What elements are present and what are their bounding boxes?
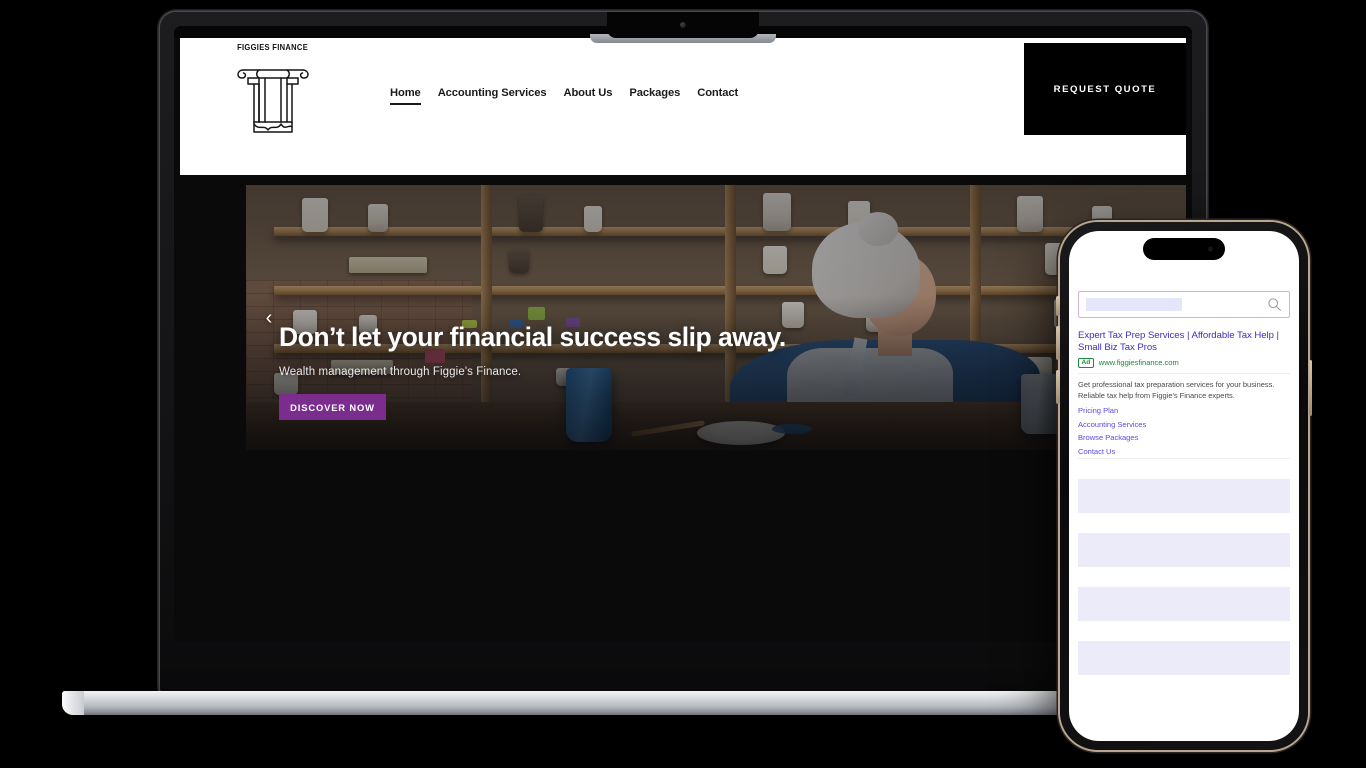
- search-input-value: [1086, 298, 1182, 311]
- sitelink-browse-packages[interactable]: Browse Packages: [1078, 433, 1290, 442]
- main-navigation: Home Accounting Services About Us Packag…: [390, 87, 738, 105]
- result-placeholder-block: [1078, 640, 1290, 675]
- ad-divider: [1078, 372, 1290, 374]
- hero-copy-block: Don’t let your financial success slip aw…: [279, 322, 786, 420]
- search-icon[interactable]: [1266, 297, 1282, 313]
- discover-now-button[interactable]: DISCOVER NOW: [279, 394, 386, 420]
- ad-url-row: Ad www.figgiesfinance.com: [1078, 357, 1290, 368]
- greek-column-icon: [237, 69, 309, 133]
- sitelink-accounting-services[interactable]: Accounting Services: [1078, 420, 1290, 429]
- nav-item-home[interactable]: Home: [390, 87, 421, 105]
- carousel-prev-arrow-icon[interactable]: ‹: [258, 301, 280, 335]
- ad-display-url[interactable]: www.figgiesfinance.com: [1099, 358, 1179, 367]
- front-camera-icon: [1208, 246, 1213, 252]
- result-placeholder-block: [1078, 478, 1290, 513]
- dynamic-island: [1143, 238, 1225, 260]
- ad-description: Get professional tax preparation service…: [1078, 379, 1275, 401]
- brand-logo[interactable]: FIGGIES FINANCE: [228, 43, 318, 138]
- search-results-page: Expert Tax Prep Services | Affordable Ta…: [1069, 291, 1299, 675]
- sitelink-pricing-plan[interactable]: Pricing Plan: [1078, 406, 1290, 415]
- ad-badge: Ad: [1078, 357, 1094, 368]
- nav-item-accounting-services[interactable]: Accounting Services: [438, 87, 547, 103]
- laptop-device-mockup: FIGGIES FINANCE Home Accounting Services…: [62, 12, 1304, 715]
- phone-device-mockup: Expert Tax Prep Services | Affordable Ta…: [1056, 222, 1312, 750]
- nav-item-about-us[interactable]: About Us: [563, 87, 612, 103]
- hero-title: Don’t let your financial success slip aw…: [279, 322, 786, 352]
- result-placeholder-block: [1078, 532, 1290, 567]
- volume-down-button[interactable]: [1056, 370, 1060, 404]
- laptop-camera-notch: [607, 12, 759, 38]
- sitelink-contact-us[interactable]: Contact Us: [1078, 447, 1290, 456]
- request-quote-button[interactable]: REQUEST QUOTE: [1024, 43, 1186, 135]
- nav-item-contact[interactable]: Contact: [697, 87, 738, 103]
- volume-up-button[interactable]: [1056, 326, 1060, 360]
- laptop-screen-content: FIGGIES FINANCE Home Accounting Services…: [174, 38, 1192, 642]
- power-button[interactable]: [1308, 360, 1312, 416]
- ad-headline-link[interactable]: Expert Tax Prep Services | Affordable Ta…: [1078, 330, 1290, 355]
- mute-switch[interactable]: [1056, 296, 1060, 316]
- site-header: FIGGIES FINANCE Home Accounting Services…: [180, 38, 1186, 175]
- hero-subtitle: Wealth management through Figgie's Finan…: [279, 366, 522, 378]
- laptop-lid: FIGGIES FINANCE Home Accounting Services…: [160, 12, 1206, 694]
- phone-screen-content: Expert Tax Prep Services | Affordable Ta…: [1069, 231, 1299, 741]
- ad-result-card: Expert Tax Prep Services | Affordable Ta…: [1078, 330, 1290, 459]
- brand-name: FIGGIES FINANCE: [237, 43, 309, 52]
- webcam-icon: [680, 22, 686, 28]
- search-input[interactable]: [1078, 291, 1290, 318]
- nav-item-packages[interactable]: Packages: [629, 87, 680, 103]
- result-placeholder-block: [1078, 586, 1290, 621]
- hero-carousel: ‹ Don’t let your financial success slip …: [246, 185, 1186, 450]
